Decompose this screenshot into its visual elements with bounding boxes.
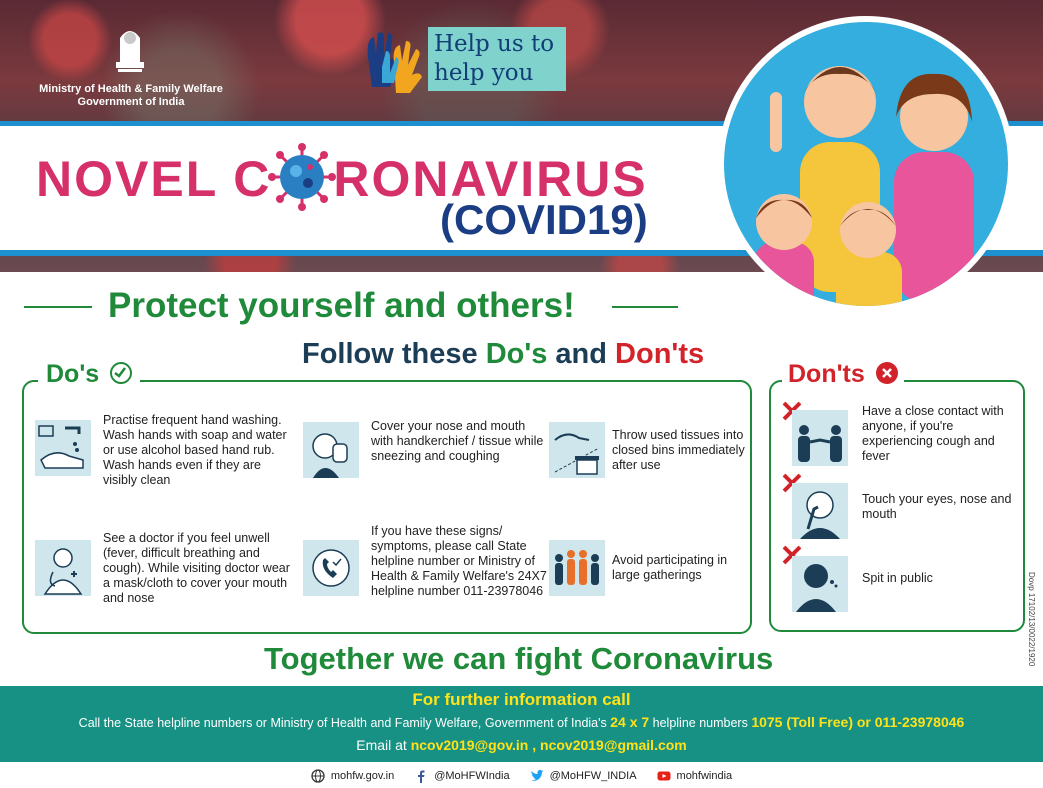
helpline-numbers: 1075 (Toll Free) or 011-23978046 — [751, 714, 965, 730]
do-text: Practise frequent hand washing. Wash han… — [103, 413, 287, 487]
dont-text: Spit in public — [862, 571, 933, 585]
email-addresses[interactable]: ncov2019@gov.in , ncov2019@gmail.com — [411, 737, 687, 753]
hand-wash-icon — [35, 420, 91, 476]
ministry-name: Ministry of Health & Family Welfare Gove… — [18, 83, 244, 109]
youtube-handle[interactable]: mohfwindia — [677, 770, 733, 782]
facebook-handle[interactable]: @MoHFWIndia — [434, 770, 509, 782]
follow-mid: and — [547, 338, 616, 370]
follow-donts: Don'ts — [615, 338, 705, 370]
dont-text: Have a close contact with anyone, if you… — [862, 404, 1004, 463]
donts-title: Don'ts — [782, 360, 904, 389]
helpline-text: Call the State helpline numbers or Minis… — [78, 716, 611, 730]
phone-helpline-icon — [303, 540, 359, 596]
ministry-line: Ministry of Health & Family Welfare — [39, 83, 223, 95]
title-part: NOVEL C — [36, 151, 272, 207]
web-link[interactable]: mohfw.gov.in — [331, 770, 394, 782]
follow-heading: Follow these Do's and Don'ts — [302, 338, 704, 371]
help-line: help you — [434, 60, 534, 86]
social-bar: mohfw.gov.in @MoHFWIndia @MoHFW_INDIA mo… — [0, 766, 1043, 786]
cover-mouth-icon — [303, 422, 359, 478]
twitter-handle[interactable]: @MoHFW_INDIA — [550, 770, 637, 782]
close-contact-icon — [792, 410, 848, 466]
dos-title-text: Do's — [46, 360, 100, 388]
social-twitter[interactable]: @MoHFW_INDIA — [530, 769, 637, 783]
doctor-icon — [35, 540, 91, 596]
family-illustration — [718, 16, 1014, 312]
social-youtube[interactable]: mohfwindia — [657, 769, 733, 783]
follow-dos: Do's — [485, 338, 548, 370]
helpline-hours: 24 x 7 — [610, 714, 650, 730]
footer-heading: For further information call — [412, 690, 631, 709]
twitter-icon — [530, 769, 544, 781]
spit-icon — [792, 556, 848, 612]
national-emblem-icon — [116, 31, 144, 72]
helpline-text: helpline numbers — [649, 716, 752, 730]
social-facebook[interactable]: @MoHFWIndia — [414, 769, 510, 783]
government-line: Government of India — [77, 96, 185, 108]
family-image — [754, 66, 974, 306]
dustbin-icon — [549, 422, 605, 478]
together-slogan: Together we can fight Coronavirus — [264, 641, 774, 676]
globe-icon — [311, 769, 325, 783]
youtube-icon — [657, 771, 671, 781]
touch-face-icon — [792, 483, 848, 539]
social-web[interactable]: mohfw.gov.in — [311, 769, 394, 783]
help-us-text: Help us to help you — [434, 30, 564, 88]
helping-hands-icon — [367, 32, 422, 93]
divider — [24, 306, 92, 308]
donts-title-text: Don'ts — [788, 360, 865, 388]
page-subtitle: (COVID19) — [440, 196, 648, 243]
dos-title: Do's — [38, 360, 141, 389]
do-text: See a doctor if you feel unwell (fever, … — [103, 531, 290, 605]
footer-email: Email at ncov2019@gov.in , ncov2019@gmai… — [0, 737, 1043, 753]
email-label: Email at — [356, 737, 411, 753]
do-text: Cover your nose and mouth with handkerch… — [371, 419, 544, 463]
footer-helpline: Call the State helpline numbers or Minis… — [0, 714, 1043, 730]
document-code: Dovp 17102/13/0022/1920 — [1027, 572, 1036, 667]
help-line: Help us to — [434, 31, 555, 57]
do-text: If you have these signs/ symptoms, pleas… — [371, 524, 547, 598]
do-text: Avoid participating in large gatherings — [612, 553, 728, 582]
facebook-icon — [418, 770, 425, 783]
check-circle-icon — [110, 362, 133, 384]
divider — [612, 306, 678, 308]
crowd-icon — [549, 540, 605, 596]
do-text: Throw used tissues into closed bins imme… — [612, 428, 745, 472]
coronavirus-icon — [268, 143, 336, 211]
cross-circle-icon — [875, 362, 898, 384]
protect-heading: Protect yourself and others! — [108, 286, 575, 325]
follow-prefix: Follow these — [302, 338, 486, 370]
dont-text: Touch your eyes, nose and mouth — [862, 492, 1012, 521]
